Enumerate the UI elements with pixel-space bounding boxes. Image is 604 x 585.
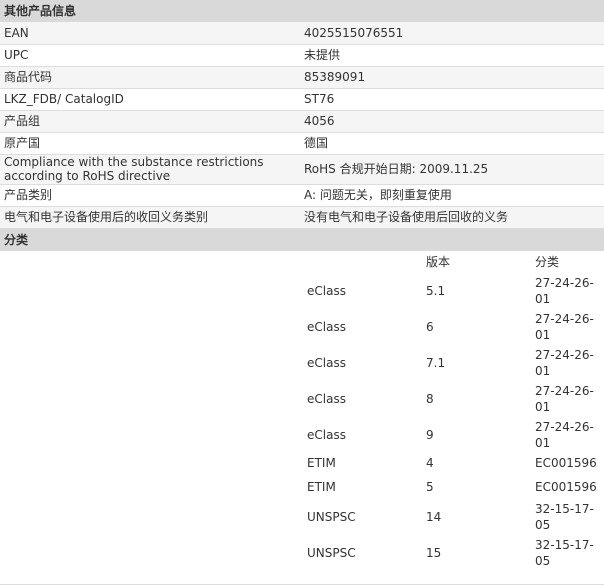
info-row: EAN 4025515076551 xyxy=(0,22,604,45)
info-label: 商品代码 xyxy=(0,66,300,89)
classification-system: eClass xyxy=(307,283,346,298)
classification-row: UNSPSC 14 32-15-17-05 xyxy=(0,499,604,533)
col-class-header: 分类 xyxy=(535,254,560,269)
classification-system: UNSPSC xyxy=(307,545,356,560)
classification-system: UNSPSC xyxy=(307,509,356,524)
classification-code: 27-24-26-01 xyxy=(535,311,594,342)
info-label: UPC xyxy=(0,44,300,67)
classification-version: 6 xyxy=(426,319,434,334)
info-row: 电气和电子设备使用后的收回义务类别 没有电气和电子设备使用后回收的义务 xyxy=(0,206,604,229)
info-label: 产品组 xyxy=(0,110,300,133)
classification-code: 32-15-17-05 xyxy=(535,537,594,568)
info-row: LKZ_FDB/ CatalogID ST76 xyxy=(0,88,604,111)
info-row: Compliance with the substance restrictio… xyxy=(0,154,604,185)
classification-code: 27-24-26-01 xyxy=(535,419,594,450)
col-version-header: 版本 xyxy=(426,254,451,269)
classification-row: eClass 8 27-24-26-01 xyxy=(0,381,604,415)
classification-code: EC001596 xyxy=(535,479,597,494)
info-value: RoHS 合规开始日期: 2009.11.25 xyxy=(300,154,604,185)
info-value: ST76 xyxy=(300,88,604,111)
classification-code: 27-24-26-01 xyxy=(535,347,594,378)
classification-version: 5.1 xyxy=(426,283,446,298)
info-label: LKZ_FDB/ CatalogID xyxy=(0,88,300,111)
other-info-header: 其他产品信息 xyxy=(0,0,604,22)
info-label: 原产国 xyxy=(0,132,300,155)
info-row: 原产国 德国 xyxy=(0,132,604,155)
classification-row: eClass 9 27-24-26-01 xyxy=(0,417,604,451)
info-value: 85389091 xyxy=(300,66,604,89)
classification-version: 5 xyxy=(426,479,434,494)
classification-version: 14 xyxy=(426,509,442,524)
classification-system: eClass xyxy=(307,319,346,334)
info-value: 未提供 xyxy=(300,44,604,67)
classification-row: eClass 7.1 27-24-26-01 xyxy=(0,345,604,379)
classification-row: UNSPSC 15 32-15-17-05 xyxy=(0,535,604,569)
classification-system: eClass xyxy=(307,355,346,370)
info-label: Compliance with the substance restrictio… xyxy=(0,154,300,185)
classification-code: 27-24-26-01 xyxy=(535,275,594,306)
classification-system: eClass xyxy=(307,427,346,442)
classification-system: ETIM xyxy=(307,479,336,494)
info-row: 产品类别 A: 问题无关，即刻重复使用 xyxy=(0,184,604,207)
classification-row: eClass 6 27-24-26-01 xyxy=(0,309,604,343)
classification-table: 版本 分类 eClass 5.1 27-24-26-01 eClass 6 27-24-2… xyxy=(0,250,604,585)
info-value: 4056 xyxy=(300,110,604,133)
info-label: EAN xyxy=(0,22,300,45)
classification-header: 分类 xyxy=(0,228,604,251)
classification-code: 27-24-26-01 xyxy=(535,383,594,414)
other-info-table: EAN 4025515076551 UPC 未提供 商品代码 85389091 LKZ_FD… xyxy=(0,22,604,229)
classification-version: 8 xyxy=(426,391,434,406)
info-value: 没有电气和电子设备使用后回收的义务 xyxy=(300,206,604,229)
classification-version: 7.1 xyxy=(426,355,446,370)
classification-code: EC001596 xyxy=(535,455,597,470)
info-row: UPC 未提供 xyxy=(0,44,604,67)
info-label: 电气和电子设备使用后的收回义务类别 xyxy=(0,206,300,229)
classification-version: 9 xyxy=(426,427,434,442)
classification-code: 32-15-17-05 xyxy=(535,501,594,532)
classification-row: ETIM 4 EC001596 xyxy=(0,453,604,473)
info-row: 商品代码 85389091 xyxy=(0,66,604,89)
classification-bottom-border xyxy=(0,583,604,585)
info-label: 产品类别 xyxy=(0,184,300,207)
info-value: 德国 xyxy=(300,132,604,155)
classification-system: eClass xyxy=(307,391,346,406)
classification-row: ETIM 5 EC001596 xyxy=(0,477,604,497)
classification-version: 15 xyxy=(426,545,442,560)
classification-row: eClass 5.1 27-24-26-01 xyxy=(0,273,604,307)
classification-system: ETIM xyxy=(307,455,336,470)
info-value: 4025515076551 xyxy=(300,22,604,45)
info-row: 产品组 4056 xyxy=(0,110,604,133)
product-info-page: 其他产品信息 EAN 4025515076551 UPC 未提供 商品代码 8538909… xyxy=(0,0,604,585)
info-value: A: 问题无关，即刻重复使用 xyxy=(300,184,604,207)
classification-version: 4 xyxy=(426,455,434,470)
